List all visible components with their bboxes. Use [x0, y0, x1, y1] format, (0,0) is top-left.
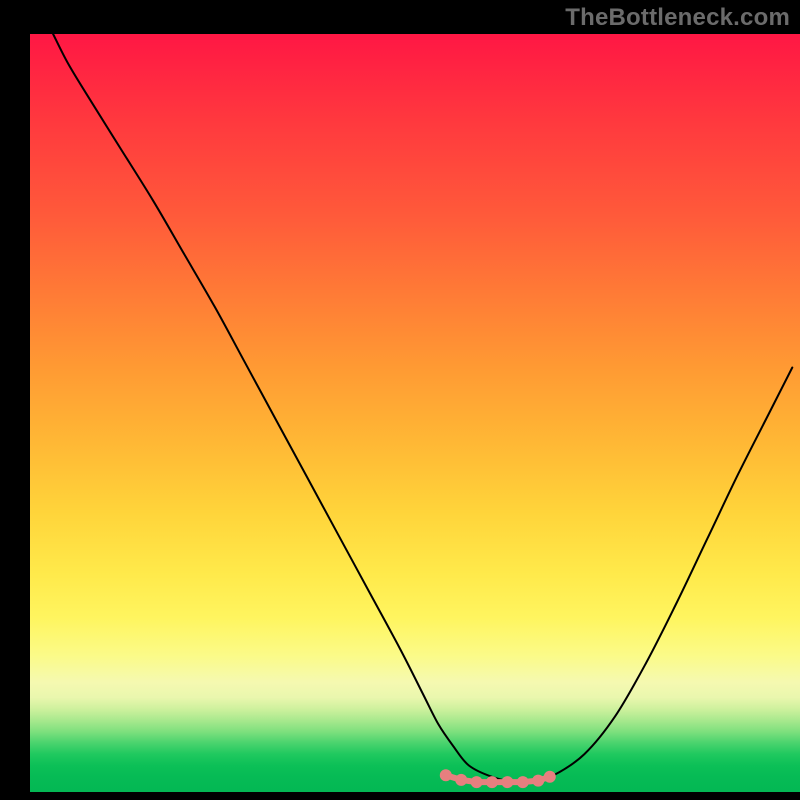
- chart-frame: TheBottleneck.com: [0, 0, 800, 800]
- watermark-text: TheBottleneck.com: [565, 4, 790, 32]
- plot-area: [30, 34, 800, 792]
- heat-gradient-background: [30, 34, 800, 792]
